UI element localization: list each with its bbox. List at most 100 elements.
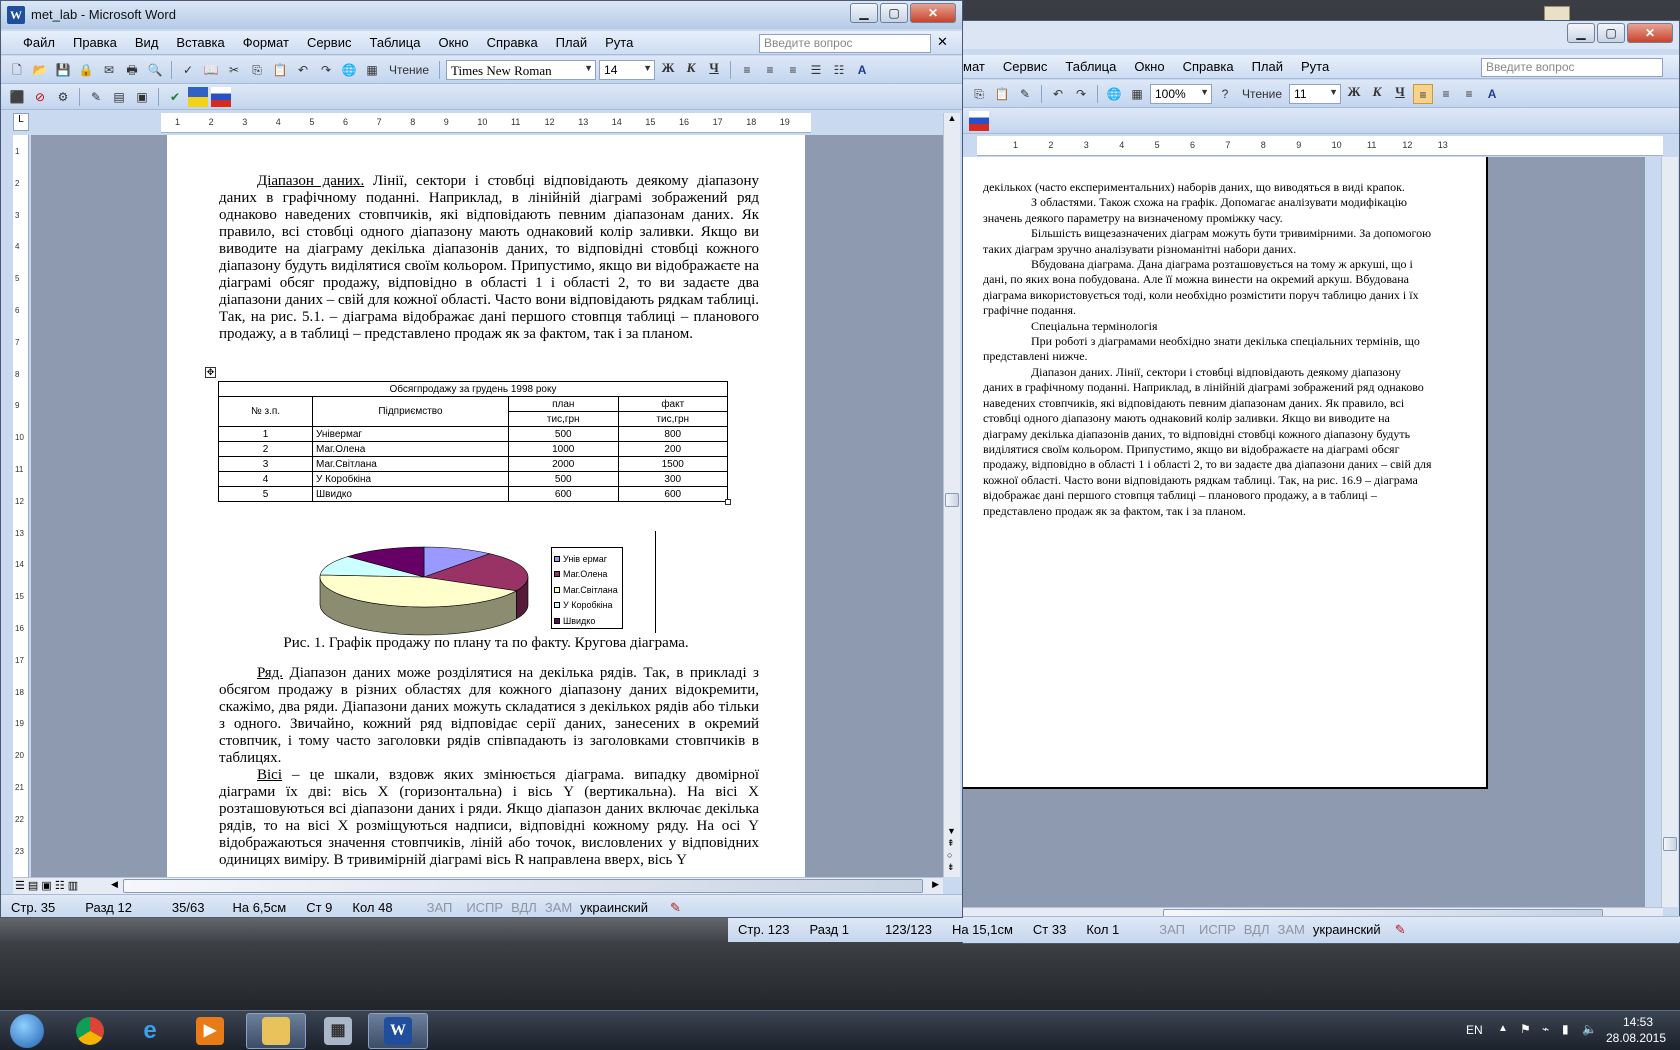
table-cell[interactable]: Маг.Олена [312,441,509,457]
title-bar[interactable]: W met_lab - Microsoft Word ▁ ▢ ✕ [1,1,962,29]
page[interactable]: декількох (часто експериментальних) набо… [963,157,1488,789]
status-overtype[interactable]: ЗАМ [1274,922,1309,937]
clock-time[interactable]: 14:53 [1610,1015,1666,1029]
permission-icon[interactable]: 🔒 [76,60,96,80]
status-track[interactable]: ИСПР [462,900,507,915]
scroll-right-icon[interactable]: ▶ [932,879,939,890]
new-document-icon[interactable]: 🗋 [7,60,27,80]
status-language[interactable]: украинский [1309,922,1385,937]
table-row[interactable]: 2 Маг.Олена 1000 200 [218,441,728,457]
email-icon[interactable]: ✉ [99,60,119,80]
bold-button[interactable]: Ж [1344,84,1364,104]
save-icon[interactable]: 💾 [53,60,73,80]
print-icon[interactable]: 🖶 [122,60,142,80]
stop-icon[interactable]: ⊘ [30,87,50,107]
vertical-scrollbar[interactable]: ▲ ▼ ⇞ ○ ⇟ [943,113,960,877]
underline-button[interactable]: Ч [704,60,724,80]
usb-tray-icon[interactable]: ⌁ [1542,1022,1549,1036]
paste-icon[interactable]: 📋 [270,60,290,80]
flag-ua-icon[interactable] [188,86,208,107]
table-cell[interactable]: 500 [508,471,619,487]
maximize-button[interactable]: ▢ [1597,23,1625,43]
menu-item[interactable]: Вставка [167,35,233,50]
taskbar-word[interactable]: W [368,1013,428,1049]
minimize-button[interactable]: ▁ [850,3,878,23]
table-resize-handle[interactable] [725,499,731,505]
settings-gear-icon[interactable]: ⚙ [53,87,73,107]
scroll-thumb[interactable] [945,493,959,507]
table-cell[interactable]: 600 [508,486,619,502]
help-icon[interactable]: ? [1215,84,1235,104]
menu-item[interactable]: Рута [596,35,642,50]
paragraph[interactable]: Вбудована діаграма. Дана діаграма розташ… [983,257,1433,319]
ask-question-input[interactable]: Введите вопрос [759,34,931,53]
menu-item[interactable]: Файл [1,35,64,50]
redo-icon[interactable]: ↷ [316,60,336,80]
font-size-select[interactable]: 11 ▼ [1289,83,1342,104]
word-window-secondary[interactable]: ▁ ▢ ✕ мат Сервис Таблица Окно Справка Плай Рут… [962,20,1680,944]
table-cell[interactable]: 5 [218,486,313,502]
vertical-ruler[interactable]: 1 2 3 4 5 6 7 8 9 10 11 12 13 14 15 16 17 18 19 20 21 22 23 [13,135,29,877]
status-overtype[interactable]: ЗАМ [541,900,576,915]
status-extend[interactable]: ВДЛ [1240,922,1274,937]
macro-icon[interactable]: ▤ [109,87,129,107]
table-row[interactable]: 5 Швидко 600 600 [218,486,728,502]
volume-tray-icon[interactable]: 🔈 [1582,1022,1597,1036]
clock-date[interactable]: 28.08.2015 [1600,1031,1672,1045]
maximize-button[interactable]: ▢ [880,3,908,23]
paragraph[interactable]: декількох (часто експериментальних) набо… [983,180,1433,195]
taskbar-media-player[interactable]: ▶ [182,1013,238,1049]
table-cell[interactable]: 800 [617,426,728,442]
paragraph[interactable]: Більшість вищезазначених діаграм можуть … [983,226,1433,257]
table-row[interactable]: 4У Коробкіна 500 300 [218,471,728,487]
italic-button[interactable]: К [681,60,701,80]
bullets-icon[interactable]: ☷ [829,60,849,80]
table-cell[interactable]: У Коробкіна [312,471,509,487]
undo-icon[interactable]: ↶ [1048,84,1068,104]
status-extend[interactable]: ВДЛ [507,900,541,915]
input-language[interactable]: EN [1466,1023,1483,1037]
taskbar-chrome[interactable] [62,1013,118,1049]
table-cell[interactable]: 2 [218,441,313,457]
menu-item[interactable]: Справка [1174,59,1243,74]
horizontal-ruler[interactable]: 1 2 3 4 5 6 7 8 9 10 11 12 13 [977,136,1663,156]
scroll-thumb[interactable] [123,879,923,893]
hyperlink-icon[interactable]: 🌐 [339,60,359,80]
spelling-status-icon[interactable]: ✎ [1385,922,1416,938]
align-right-icon[interactable]: ≡ [1459,84,1479,104]
table-cell[interactable]: 4 [218,471,313,487]
research-icon[interactable]: 📖 [201,60,221,80]
table-cell[interactable]: 500 [508,426,619,442]
redo-icon[interactable]: ↷ [1071,84,1091,104]
menu-item[interactable]: Рута [1292,59,1338,74]
title-bar[interactable]: ▁ ▢ ✕ [963,21,1679,49]
cut-icon[interactable]: ✂ [224,60,244,80]
ask-question-input[interactable]: Введите вопрос [1481,58,1663,77]
sales-table[interactable]: Обсягпродажу за грудень 1998 року № з.п.… [218,381,728,502]
paragraph[interactable]: Спеціальна термінологія [983,319,1433,334]
menu-item[interactable]: Окно [1125,59,1173,74]
font-color-icon[interactable]: A [1482,84,1502,104]
word-app-icon[interactable]: W [7,6,25,24]
close-button[interactable]: ✕ [910,3,956,23]
table-cell[interactable]: 1500 [617,456,728,472]
table-cell[interactable]: 200 [617,441,728,457]
table-cell[interactable]: Маг.Світлана [312,456,509,472]
table-cell[interactable]: Швидко [312,486,509,502]
document-text[interactable]: декількох (часто експериментальних) набо… [983,180,1433,519]
font-name-select[interactable]: Times New Roman ▼ [446,59,597,80]
flag-ru-icon[interactable] [211,86,231,107]
format-painter-icon[interactable]: ✎ [1015,84,1035,104]
table-cell[interactable]: 3 [218,456,313,472]
show-hidden-icons[interactable]: ▲ [1498,1023,1508,1034]
menu-item[interactable]: Вид [126,35,168,50]
hyperlink-icon[interactable]: 🌐 [1104,84,1124,104]
close-button[interactable]: ✕ [1627,23,1673,43]
table-cell[interactable]: 1 [218,426,313,442]
align-left-icon[interactable]: ≡ [737,60,757,80]
bold-button[interactable]: Ж [658,60,678,80]
spelling-status-icon[interactable]: ✎ [652,900,691,916]
menu-item[interactable]: мат [963,59,994,74]
underline-button[interactable]: Ч [1390,84,1410,104]
numbering-icon[interactable]: ☰ [806,60,826,80]
